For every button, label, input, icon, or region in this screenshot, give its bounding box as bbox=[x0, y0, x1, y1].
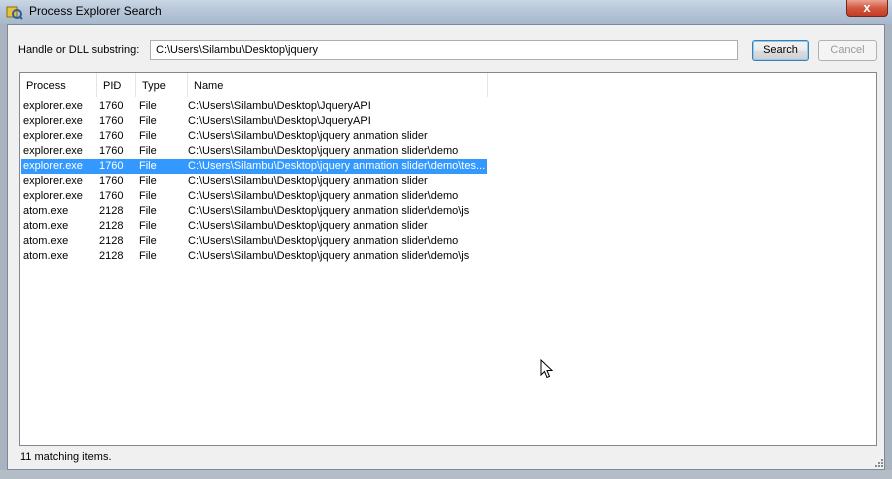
cell-pid: 1760 bbox=[99, 130, 124, 142]
cell-type: File bbox=[139, 100, 157, 112]
cell-type: File bbox=[139, 130, 157, 142]
cell-process: atom.exe bbox=[23, 205, 69, 217]
cell-name: C:\Users\Silambu\Desktop\jquery anmation… bbox=[188, 175, 428, 187]
column-header-pid[interactable]: ^ PID bbox=[97, 73, 136, 97]
cell-name: C:\Users\Silambu\Desktop\jquery anmation… bbox=[188, 130, 428, 142]
column-header-name[interactable]: Name bbox=[188, 73, 488, 97]
cell-type: File bbox=[139, 145, 157, 157]
handle-label: Handle or DLL substring: bbox=[18, 44, 140, 56]
cell-pid: 2128 bbox=[99, 220, 124, 232]
cell-name: C:\Users\Silambu\Desktop\jquery anmation… bbox=[188, 190, 459, 202]
cell-name: C:\Users\Silambu\Desktop\jquery anmation… bbox=[188, 235, 459, 247]
close-button[interactable]: x bbox=[846, 0, 888, 17]
cell-process: explorer.exe bbox=[23, 115, 83, 127]
cell-pid: 1760 bbox=[99, 160, 124, 172]
cell-pid: 1760 bbox=[99, 190, 124, 202]
cell-name: C:\Users\Silambu\Desktop\jquery anmation… bbox=[188, 145, 459, 157]
process-explorer-icon bbox=[6, 6, 23, 20]
cell-type: File bbox=[139, 190, 157, 202]
cell-type: File bbox=[139, 205, 157, 217]
cell-name: C:\Users\Silambu\Desktop\jquery anmation… bbox=[188, 250, 470, 262]
cell-pid: 2128 bbox=[99, 235, 124, 247]
cell-pid: 1760 bbox=[99, 145, 124, 157]
cell-process: atom.exe bbox=[23, 220, 69, 232]
column-header-process[interactable]: Process bbox=[20, 73, 97, 97]
cell-process: explorer.exe bbox=[23, 130, 83, 142]
title-bar[interactable]: Process Explorer Search x bbox=[0, 0, 892, 24]
window-title: Process Explorer Search bbox=[29, 4, 162, 18]
cell-type: File bbox=[139, 160, 157, 172]
cell-process: explorer.exe bbox=[23, 175, 83, 187]
mouse-cursor-icon bbox=[540, 359, 553, 379]
close-icon: x bbox=[863, 0, 871, 15]
cell-process: explorer.exe bbox=[23, 190, 83, 202]
cell-type: File bbox=[139, 115, 157, 127]
search-button[interactable]: Search bbox=[752, 40, 809, 61]
cell-name: C:\Users\Silambu\Desktop\jquery anmation… bbox=[188, 220, 428, 232]
cell-name: C:\Users\Silambu\Desktop\JqueryAPI bbox=[188, 100, 371, 112]
background-window-strip bbox=[0, 470, 892, 479]
status-text: 11 matching items. bbox=[20, 451, 112, 463]
cell-pid: 1760 bbox=[99, 175, 124, 187]
cell-pid: 1760 bbox=[99, 115, 124, 127]
cell-process: atom.exe bbox=[23, 235, 69, 247]
size-grip-icon[interactable] bbox=[874, 458, 884, 468]
cell-pid: 1760 bbox=[99, 100, 124, 112]
cell-type: File bbox=[139, 220, 157, 232]
cell-process: explorer.exe bbox=[23, 145, 83, 157]
list-header: Process ^ PID Type Name bbox=[20, 73, 876, 97]
cell-pid: 2128 bbox=[99, 205, 124, 217]
cell-type: File bbox=[139, 235, 157, 247]
cell-name: C:\Users\Silambu\Desktop\JqueryAPI bbox=[188, 115, 371, 127]
cell-process: atom.exe bbox=[23, 250, 69, 262]
table-row[interactable]: explorer.exe 1760 File C:\Users\Silambu\Des… bbox=[21, 159, 487, 174]
cell-pid: 2128 bbox=[99, 250, 124, 262]
cell-name: C:\Users\Silambu\Desktop\jquery anmation… bbox=[188, 160, 486, 172]
column-header-type[interactable]: Type bbox=[136, 73, 188, 97]
cell-type: File bbox=[139, 175, 157, 187]
cell-process: explorer.exe bbox=[23, 160, 83, 172]
sort-up-icon: ^ bbox=[113, 83, 117, 90]
background-window-text bbox=[200, 4, 892, 20]
cell-type: File bbox=[139, 250, 157, 262]
cell-process: explorer.exe bbox=[23, 100, 83, 112]
cancel-button[interactable]: Cancel bbox=[818, 40, 877, 61]
cell-name: C:\Users\Silambu\Desktop\jquery anmation… bbox=[188, 205, 470, 217]
results-list[interactable]: Process ^ PID Type Name explorer.exe 1760… bbox=[19, 72, 877, 446]
search-input[interactable] bbox=[150, 40, 738, 60]
